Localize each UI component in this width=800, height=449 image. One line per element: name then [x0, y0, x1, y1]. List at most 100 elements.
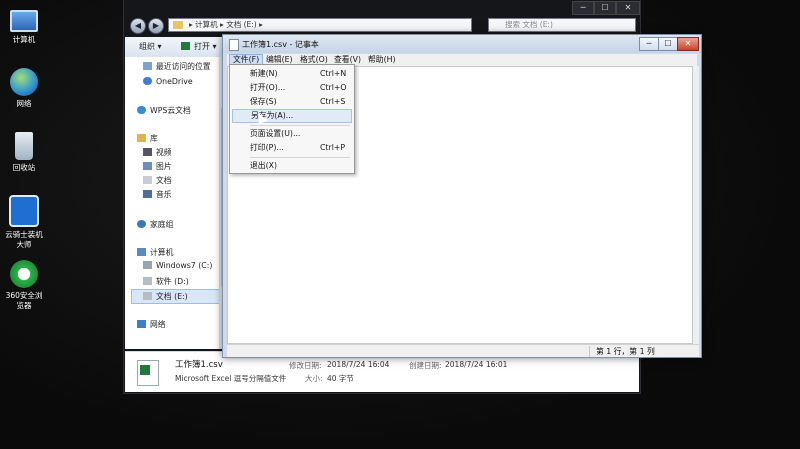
desktop: 计算机 网络 回收站 云骑士装机大师 360安全浏览器 ─ ☐ ✕ ◀ ▶ ▸ … [0, 0, 800, 449]
open-button-label: 打开 ▾ [194, 42, 217, 51]
drive-icon [143, 277, 152, 285]
nav-item-label: 图片 [156, 162, 172, 171]
created-value: 2018/7/24 16:01 [445, 360, 508, 369]
menu-item-exit[interactable]: 退出(X) [232, 159, 352, 173]
nav-item-label: 家庭组 [150, 220, 174, 229]
onedrive-cloud-icon [143, 77, 152, 85]
menu-item-save[interactable]: 保存(S) Ctrl+S [232, 95, 352, 109]
search-placeholder: 搜索 文档 (E:) [505, 20, 553, 29]
browser-360-icon [10, 260, 38, 288]
yunqishi-app-icon [9, 195, 39, 227]
created-label: 创建日期: [409, 361, 442, 370]
drive-icon [143, 292, 152, 300]
nav-item-library[interactable]: 库 [137, 133, 158, 144]
modified-label: 修改日期: [289, 361, 322, 370]
recycle-bin-icon [15, 132, 33, 160]
search-input[interactable]: 搜索 文档 (E:) [488, 18, 636, 32]
desktop-icon-recycle-bin[interactable]: 回收站 [4, 132, 44, 173]
menu-item-page-setup[interactable]: 页面设置(U)... [232, 127, 352, 141]
back-button[interactable]: ◀ [130, 18, 146, 34]
nav-item-drive-d[interactable]: 软件 (D:) [143, 276, 189, 287]
music-icon [143, 190, 152, 198]
open-button[interactable]: 打开 ▾ [181, 41, 217, 52]
size-label: 大小: [305, 374, 323, 383]
explorer-titlebar[interactable] [124, 0, 640, 13]
notepad-close-button[interactable]: ✕ [677, 37, 699, 51]
nav-item-drive-e[interactable]: 文档 (E:) [131, 289, 224, 304]
network-icon [137, 320, 146, 328]
forward-button[interactable]: ▶ [148, 18, 164, 34]
computer-icon [10, 10, 38, 32]
menu-item-open[interactable]: 打开(O)... Ctrl+O [232, 81, 352, 95]
menu-help[interactable]: 帮助(H) [365, 54, 399, 66]
network-globe-icon [10, 68, 38, 96]
address-bar[interactable]: ▸ 计算机 ▸ 文档 (E:) ▸ [168, 18, 472, 32]
modified-value: 2018/7/24 16:04 [327, 360, 390, 369]
desktop-icon-label: 计算机 [12, 35, 36, 44]
desktop-icon-label: 网络 [16, 99, 32, 108]
nav-item-label: 库 [150, 134, 158, 143]
nav-item-label: 网络 [150, 320, 166, 329]
notepad-titlebar[interactable]: 工作簿1.csv - 记事本 ─ ☐ ✕ [223, 35, 701, 53]
menu-item-label: 退出(X) [250, 161, 278, 170]
nav-item-pictures[interactable]: 图片 [143, 161, 172, 172]
desktop-icon-label: 回收站 [12, 163, 36, 172]
menu-item-label: 新建(N) [250, 69, 278, 78]
nav-item-label: 音乐 [156, 190, 172, 199]
desktop-icon-360-browser[interactable]: 360安全浏览器 [4, 260, 44, 311]
recent-places-icon [143, 62, 152, 70]
breadcrumb-drive-e[interactable]: 文档 (E:) [226, 20, 257, 29]
nav-item-wps[interactable]: WPS云文档 [137, 105, 191, 116]
explorer-maximize-button[interactable]: ☐ [594, 1, 616, 15]
pictures-icon [143, 162, 152, 170]
menu-item-label: 打印(P)... [250, 143, 284, 152]
nav-item-recent[interactable]: 最近访问的位置 [143, 61, 211, 72]
notepad-minimize-button[interactable]: ─ [639, 37, 659, 51]
desktop-icon-label: 360安全浏览器 [5, 291, 43, 310]
notepad-title: 工作簿1.csv - 记事本 [242, 40, 319, 49]
notepad-maximize-button[interactable]: ☐ [658, 37, 678, 51]
file-menu-dropdown: 新建(N) Ctrl+N 打开(O)... Ctrl+O 保存(S) Ctrl+… [229, 64, 355, 174]
menu-item-shortcut: Ctrl+N [320, 69, 347, 78]
nav-item-homegroup[interactable]: 家庭组 [137, 219, 173, 230]
nav-item-computer[interactable]: 计算机 [137, 247, 173, 258]
menu-item-label: 页面设置(U)... [250, 129, 301, 138]
menu-item-save-as[interactable]: 另存为(A)... [232, 109, 352, 123]
excel-file-icon [137, 360, 159, 386]
breadcrumb-sep: ▸ [259, 20, 263, 29]
notepad-icon [229, 39, 239, 51]
nav-item-label: 文档 (E:) [156, 292, 188, 301]
nav-item-label: 软件 (D:) [156, 277, 189, 286]
organize-button[interactable]: 组织 ▾ [139, 41, 162, 52]
details-filetype: Microsoft Excel 逗号分隔值文件 [175, 374, 287, 383]
nav-item-drive-c[interactable]: Windows7 (C:) [143, 261, 212, 270]
nav-item-video[interactable]: 视频 [143, 147, 172, 158]
explorer-minimize-button[interactable]: ─ [572, 1, 594, 15]
excel-icon [181, 42, 190, 50]
nav-item-documents[interactable]: 文档 [143, 175, 172, 186]
menu-item-new[interactable]: 新建(N) Ctrl+N [232, 67, 352, 81]
notepad-scrollbar[interactable] [693, 66, 699, 344]
navigation-pane: 最近访问的位置 OneDrive WPS云文档 库 视频 图片 文档 音乐 家庭… [125, 57, 230, 349]
nav-item-label: OneDrive [156, 77, 193, 86]
nav-item-music[interactable]: 音乐 [143, 189, 172, 200]
nav-item-label: 计算机 [150, 248, 174, 257]
menu-item-shortcut: Ctrl+O [320, 83, 347, 92]
documents-icon [143, 176, 152, 184]
desktop-icon-network[interactable]: 网络 [4, 68, 44, 109]
nav-item-onedrive[interactable]: OneDrive [143, 77, 193, 86]
explorer-close-button[interactable]: ✕ [616, 1, 640, 15]
homegroup-icon [137, 220, 146, 228]
menu-item-shortcut: Ctrl+P [320, 143, 346, 152]
menu-separator [250, 157, 350, 158]
notepad-statusbar: 第 1 行，第 1 列 [227, 344, 699, 357]
menu-item-print[interactable]: 打印(P)... Ctrl+P [232, 141, 352, 155]
cursor-position: 第 1 行，第 1 列 [589, 346, 655, 357]
folder-icon [173, 21, 183, 29]
desktop-icon-computer[interactable]: 计算机 [4, 6, 44, 45]
menu-item-shortcut: Ctrl+S [320, 97, 346, 106]
nav-item-network[interactable]: 网络 [137, 319, 166, 330]
desktop-icon-yunqishi[interactable]: 云骑士装机大师 [4, 195, 44, 250]
breadcrumb-computer[interactable]: 计算机 [195, 20, 218, 29]
size-value: 40 字节 [327, 374, 354, 383]
